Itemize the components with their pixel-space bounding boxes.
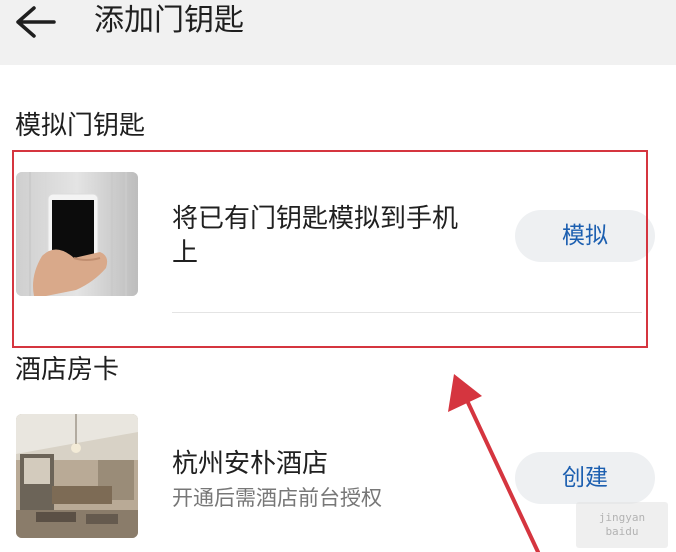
watermark-line2: baidu <box>605 525 639 538</box>
thumbnail-hand-phone <box>16 172 138 296</box>
item-description-line2: 上 <box>172 238 199 268</box>
create-button[interactable]: 创建 <box>515 452 655 504</box>
section-title-hotel: 酒店房卡 <box>15 355 120 385</box>
hotel-name: 杭州安朴酒店 <box>172 449 329 479</box>
hotel-subtitle: 开通后需酒店前台授权 <box>172 486 382 510</box>
back-button[interactable] <box>14 4 58 40</box>
app-header: 添加门钥匙 <box>0 0 676 65</box>
watermark: jingyan baidu <box>576 502 668 548</box>
watermark-line1: jingyan <box>598 511 646 524</box>
divider <box>172 312 642 313</box>
arrow-left-icon <box>16 6 56 38</box>
page-title: 添加门钥匙 <box>94 3 244 38</box>
section-title-simulate: 模拟门钥匙 <box>15 111 146 141</box>
thumbnail-hotel-room <box>16 414 138 538</box>
simulate-button[interactable]: 模拟 <box>515 210 655 262</box>
item-description-line1: 将已有门钥匙模拟到手机 <box>172 204 459 234</box>
